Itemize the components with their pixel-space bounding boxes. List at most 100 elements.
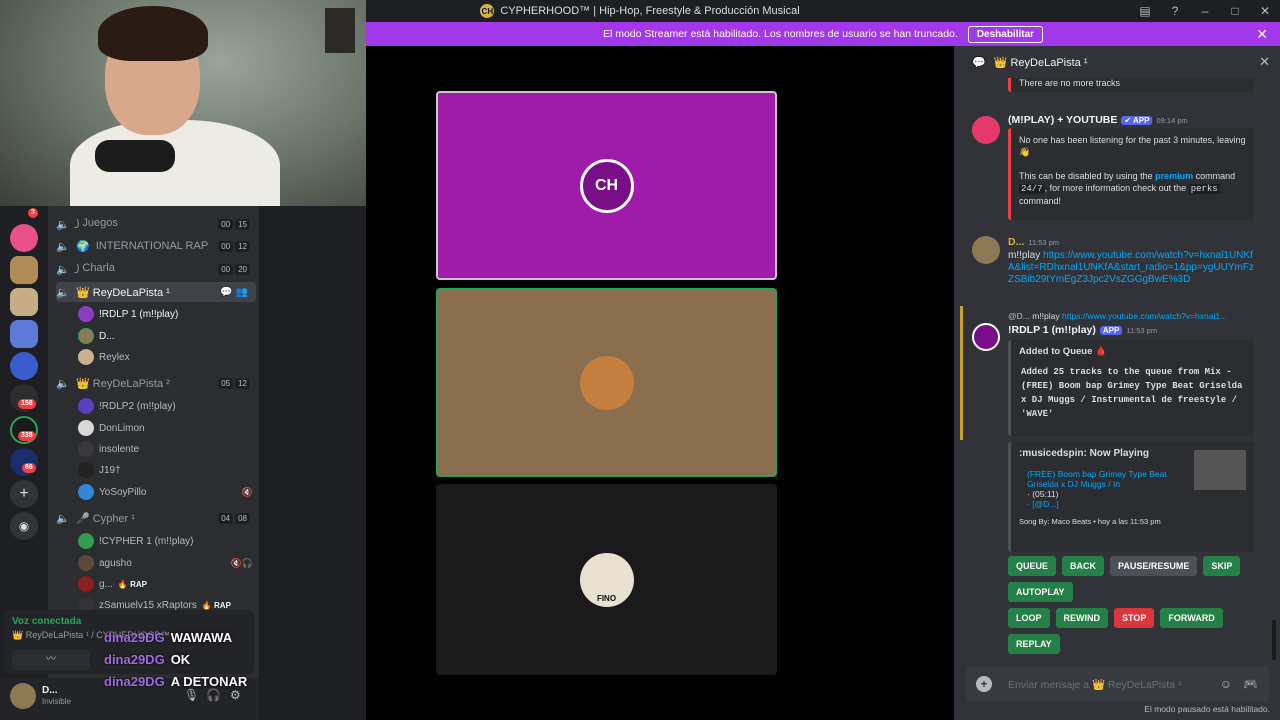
server-icon[interactable]: [10, 288, 38, 316]
user-name: !RDLP 1 (m!!play): [99, 308, 179, 320]
minimize-icon[interactable]: –: [1190, 4, 1220, 18]
voice-channel[interactable]: 🔈 ꠸ Juegos 00 15: [56, 214, 256, 234]
voice-user[interactable]: insolente: [78, 440, 253, 458]
scrollbar[interactable]: [1272, 620, 1276, 660]
explore-icon[interactable]: ◉: [10, 512, 38, 540]
timestamp: 09:14 pm: [1156, 115, 1188, 125]
composer-placeholder: Enviar mensaje a 👑 ReyDeLaPista ¹: [1008, 678, 1182, 691]
user-name: g...: [99, 578, 113, 590]
autoplay-button[interactable]: AUTOPLAY: [1008, 582, 1073, 602]
participant-avatar: CH: [579, 158, 634, 213]
skip-button[interactable]: SKIP: [1203, 556, 1241, 576]
bot-avatar[interactable]: [972, 116, 1000, 144]
pause-resume-button[interactable]: PAUSE/RESUME: [1110, 556, 1198, 576]
participant-tile[interactable]: CH: [436, 91, 777, 280]
avatar: [78, 349, 94, 365]
stop-button[interactable]: STOP: [1114, 608, 1155, 628]
close-window-icon[interactable]: ✕: [1250, 4, 1280, 18]
close-banner-icon[interactable]: ✕: [1256, 26, 1268, 43]
reply-command: m!!play: [1032, 311, 1060, 321]
help-icon[interactable]: ?: [1160, 4, 1190, 18]
timestamp: 11:53 pm: [1028, 237, 1060, 247]
channel-counts: 04 08: [218, 512, 250, 524]
rewind-button[interactable]: REWIND: [1055, 608, 1109, 628]
track-link[interactable]: (FREE) Boom bap Grimey Type Beat Griseld…: [1027, 469, 1175, 489]
activities-icon[interactable]: 🎮: [1243, 677, 1258, 691]
channel-counts: 00 20: [218, 263, 250, 275]
voice-user[interactable]: agusho 🔇🎧: [78, 554, 253, 572]
webcam-overlay: [0, 0, 366, 206]
message-composer[interactable]: + Enviar mensaje a 👑 ReyDeLaPista ¹ ☺ 🎮: [966, 666, 1270, 702]
voice-user[interactable]: J19†: [78, 461, 253, 479]
voice-channel-active[interactable]: 🔈 👑 ReyDeLaPista ¹ 💬 👥: [56, 282, 256, 302]
server-icon[interactable]: [10, 320, 38, 348]
user-name: D...: [99, 330, 115, 342]
voice-user[interactable]: !RDLP2 (m!!play): [78, 397, 253, 415]
voice-user[interactable]: DonLimon: [78, 419, 253, 437]
bot-avatar[interactable]: [972, 323, 1000, 351]
replay-button[interactable]: REPLAY: [1008, 634, 1060, 654]
add-server-icon[interactable]: +: [10, 480, 38, 508]
voice-channel[interactable]: 🔈 🌍 INTERNATIONAL RAP 00 12: [56, 236, 256, 256]
server-icon[interactable]: [10, 352, 38, 380]
voice-user[interactable]: !RDLP 1 (m!!play): [78, 305, 253, 323]
count-max: 20: [235, 263, 250, 275]
embed-line: This can be disabled by using the premiu…: [1019, 170, 1246, 182]
channel-name: 👑 ReyDeLaPista ²: [76, 377, 170, 390]
voice-user[interactable]: YoSoyPillo 🔇: [78, 483, 253, 501]
back-button[interactable]: BACK: [1062, 556, 1105, 576]
user-avatar[interactable]: [972, 236, 1000, 264]
user-name: !CYPHER 1 (m!!play): [99, 535, 194, 547]
avatar: [78, 420, 94, 436]
premium-link[interactable]: premium: [1155, 171, 1193, 181]
maximize-icon[interactable]: □: [1220, 4, 1250, 18]
participant-tile-speaking[interactable]: [436, 288, 777, 477]
inline-code: 24/7: [1019, 184, 1045, 194]
message-list: There are no more tracks (M!PLAY) + YOUT…: [954, 78, 1280, 678]
streamer-mode-banner: El modo Streamer está habilitado. Los no…: [366, 22, 1280, 46]
user-name: !RDLP2 (m!!play): [99, 400, 176, 412]
close-panel-icon[interactable]: ✕: [1259, 54, 1270, 70]
message-content: m!!play https://www.youtube.com/watch?v=…: [1008, 250, 1258, 286]
speaker-icon: 🔈: [56, 240, 70, 253]
server-icon[interactable]: [10, 224, 38, 252]
inbox-icon[interactable]: ▤: [1130, 4, 1160, 18]
muted-icon: 🔇: [241, 486, 253, 497]
voice-channel[interactable]: 🔈 👑 ReyDeLaPista ² 05 12: [56, 373, 256, 393]
reply-preview[interactable]: @D... m!!play https://www.youtube.com/wa…: [1008, 310, 1258, 322]
forward-button[interactable]: FORWARD: [1160, 608, 1223, 628]
queue-embed: Added to Queue 🩸 Added 25 tracks to the …: [1008, 340, 1254, 436]
avatar: [78, 484, 94, 500]
add-attachment-icon[interactable]: +: [976, 676, 992, 692]
youtube-link[interactable]: https://www.youtube.com/watch?v=hxnal1UN…: [1008, 250, 1254, 285]
noise-suppression-button[interactable]: 〰: [12, 650, 90, 670]
voice-user[interactable]: Reylex: [78, 348, 253, 366]
participant-avatar: [579, 355, 634, 410]
embed-snippet: There are no more tracks: [1008, 78, 1254, 92]
voice-user[interactable]: !CYPHER 1 (m!!play): [78, 532, 253, 550]
author-name[interactable]: D...: [1008, 236, 1024, 248]
voice-user[interactable]: D...: [78, 327, 253, 345]
chat-and-invite-icon[interactable]: 💬 👥: [220, 287, 248, 298]
avatar: [78, 398, 94, 414]
user-name: insolente: [99, 443, 140, 455]
embed-text: This can be disabled by using the: [1019, 171, 1156, 181]
voice-user[interactable]: g... 🔥 RAP: [78, 575, 253, 593]
count-current: 00: [218, 263, 234, 275]
user-avatar[interactable]: [10, 683, 36, 709]
rail-badge: 158: [18, 399, 36, 409]
voice-channel[interactable]: 🔈 🎤 Cypher ¹ 04 08: [56, 508, 256, 528]
participant-tile[interactable]: FINO: [436, 484, 777, 675]
author-name[interactable]: !RDLP 1 (m!!play): [1008, 324, 1096, 336]
chat-message: OK: [170, 651, 191, 667]
author-name[interactable]: (M!PLAY) + YOUTUBE: [1008, 114, 1117, 126]
server-icon[interactable]: [10, 256, 38, 284]
voice-channel[interactable]: 🔈 ꠸ Charla 00 20: [56, 259, 256, 279]
loop-button[interactable]: LOOP: [1008, 608, 1050, 628]
avatar: [78, 533, 94, 549]
avatar: [78, 306, 94, 322]
queue-button[interactable]: QUEUE: [1008, 556, 1057, 576]
disable-streamer-button[interactable]: Deshabilitar: [967, 25, 1044, 43]
emoji-icon[interactable]: ☺: [1220, 677, 1232, 691]
app-root: CH CYPHERHOOD™ | Hip-Hop, Freestyle & Pr…: [0, 0, 1280, 720]
